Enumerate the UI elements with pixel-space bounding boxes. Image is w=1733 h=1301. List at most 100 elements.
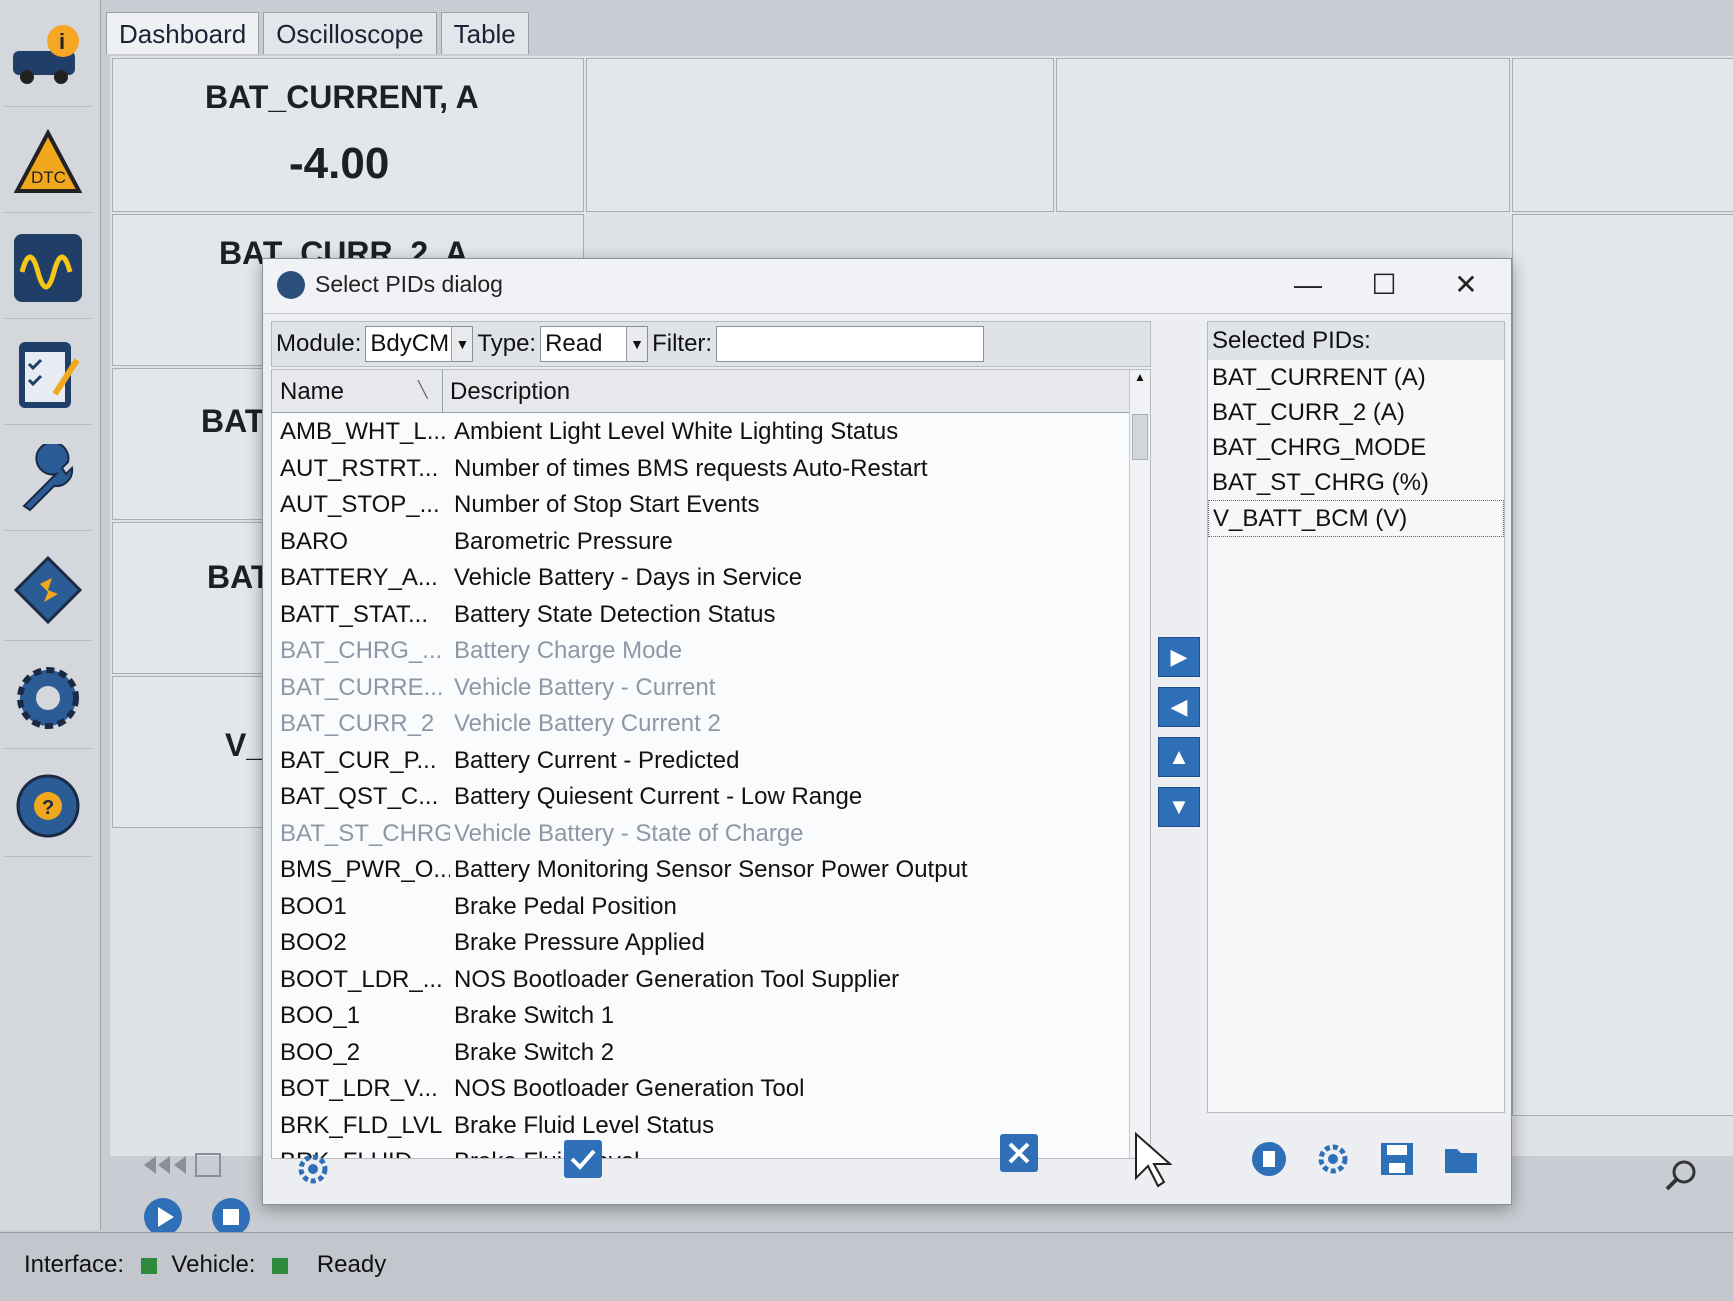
selected-pid-item[interactable]: V_BATT_BCM (V) <box>1208 500 1504 537</box>
pid-row[interactable]: BOO_1 Brake Switch 1 <box>272 998 1130 1035</box>
tab-oscilloscope[interactable]: Oscilloscope <box>263 12 437 54</box>
zoom-button[interactable] <box>1664 1158 1698 1197</box>
minimize-button[interactable]: — <box>1283 267 1333 303</box>
move-down-button[interactable]: ▼ <box>1158 787 1200 827</box>
pid-name: BOO1 <box>280 892 347 920</box>
settings-icon <box>17 667 79 729</box>
vertical-scrollbar[interactable]: ▲ <box>1129 370 1150 1158</box>
tools-button[interactable] <box>4 430 92 531</box>
pid-row[interactable]: BOO1 Brake Pedal Position <box>272 889 1130 926</box>
gauge-cell-empty[interactable] <box>1056 58 1510 212</box>
help-button[interactable]: ? <box>4 756 92 857</box>
selected-pid-item[interactable]: BAT_CHRG_MODE <box>1208 430 1504 465</box>
checklist-button[interactable] <box>4 324 92 425</box>
svg-text:i: i <box>59 29 65 54</box>
gauge-cell[interactable]: BAT_CURRENT, A -4.00 <box>112 58 584 212</box>
pid-row[interactable]: BATT_STAT... Battery State Detection Stat… <box>272 597 1130 634</box>
type-select[interactable]: Read ▼ <box>540 326 649 362</box>
rewind-icon[interactable] <box>140 1150 280 1180</box>
tab-dashboard[interactable]: Dashboard <box>106 12 260 54</box>
selected-pid-item[interactable]: BAT_CURRENT (A) <box>1208 360 1504 395</box>
oscilloscope-button[interactable] <box>4 218 92 319</box>
module-select[interactable]: BdyCM ▼ <box>365 326 474 362</box>
pid-description: Vehicle Battery Current 2 <box>454 710 721 738</box>
delete-list-button[interactable] <box>1249 1139 1289 1179</box>
pid-row[interactable]: BAT_ST_CHRG Vehicle Battery - State of Ch… <box>272 816 1130 853</box>
pid-row[interactable]: AUT_RSTRT... Number of times BMS requests… <box>272 451 1130 488</box>
gear-icon <box>298 1154 328 1184</box>
save-button[interactable] <box>1377 1139 1417 1179</box>
selected-pids-panel: Selected PIDs: BAT_CURRENT (A) BAT_CURR_… <box>1207 321 1505 1113</box>
pid-name: BATTERY_A... <box>280 564 438 592</box>
vehicle-info-button[interactable]: i <box>4 6 92 107</box>
chevron-down-icon: ▼ <box>451 327 473 361</box>
pid-rows: AMB_WHT_L... Ambient Light Level White Li… <box>272 414 1130 1158</box>
dtc-button[interactable]: DTC <box>4 112 92 213</box>
column-description-header[interactable]: Description <box>450 378 570 406</box>
pid-row[interactable]: BAT_QST_C... Battery Quiesent Current - L… <box>272 779 1130 816</box>
gauge-title: BAT_CURRENT, A <box>205 79 479 115</box>
settings-button[interactable] <box>4 648 92 749</box>
pid-settings-button[interactable] <box>293 1149 333 1189</box>
pid-row[interactable]: BOOT_LDR_... NOS Bootloader Generation To… <box>272 962 1130 999</box>
pid-description: Vehicle Battery - Current <box>454 673 716 701</box>
type-label: Type: <box>477 330 537 357</box>
pid-row[interactable]: BATTERY_A... Vehicle Battery - Days in Se… <box>272 560 1130 597</box>
pid-name: AUT_RSTRT... <box>280 454 439 482</box>
cursor-icon <box>1135 1131 1173 1188</box>
cancel-button[interactable] <box>999 1133 1039 1173</box>
pid-list: Name ╲ Description AMB_WHT_L... Ambient L… <box>271 369 1151 1159</box>
ok-button[interactable] <box>563 1139 603 1179</box>
pid-description: Number of Stop Start Events <box>454 491 760 519</box>
pid-name: BATT_STAT... <box>280 600 429 628</box>
arrow-left-icon: ◀ <box>1170 694 1188 719</box>
selected-pid-item[interactable]: BAT_CURR_2 (A) <box>1208 395 1504 430</box>
filter-input[interactable] <box>716 326 985 362</box>
pid-row[interactable]: BAT_CURR_2 Vehicle Battery Current 2 <box>272 706 1130 743</box>
pid-row[interactable]: BAT_CHRG_... Battery Charge Mode <box>272 633 1130 670</box>
pid-row[interactable]: BAT_CURRE... Vehicle Battery - Current <box>272 670 1130 707</box>
open-button[interactable] <box>1441 1139 1481 1179</box>
scroll-thumb[interactable] <box>1132 414 1148 460</box>
mouse-pointer <box>1132 1130 1176 1195</box>
pid-row[interactable]: BOO_2 Brake Switch 2 <box>272 1035 1130 1072</box>
pid-name: BAT_CUR_P... <box>280 746 437 774</box>
chevron-down-icon: ▼ <box>626 327 648 361</box>
gauge-value: -4.00 <box>289 139 390 188</box>
remove-pid-button[interactable]: ◀ <box>1158 687 1200 727</box>
pid-row[interactable]: BMS_PWR_O... Battery Monitoring Sensor Se… <box>272 852 1130 889</box>
pid-description: Number of times BMS requests Auto-Restar… <box>454 454 928 482</box>
module-programming-button[interactable] <box>4 540 92 641</box>
selected-pid-item[interactable]: BAT_ST_CHRG (%) <box>1208 465 1504 500</box>
move-up-button[interactable]: ▲ <box>1158 737 1200 777</box>
pid-row[interactable]: BOO2 Brake Pressure Applied <box>272 925 1130 962</box>
arrow-right-icon: ▶ <box>1170 644 1188 669</box>
maximize-button[interactable]: ☐ <box>1359 267 1409 303</box>
add-pid-button[interactable]: ▶ <box>1158 637 1200 677</box>
pid-description: Battery Charge Mode <box>454 637 683 665</box>
pid-row[interactable]: BAT_CUR_P... Battery Current - Predicted <box>272 743 1130 780</box>
pid-row[interactable]: AMB_WHT_L... Ambient Light Level White Li… <box>272 414 1130 451</box>
pid-description: Brake Fluid Level Status <box>454 1111 715 1139</box>
list-settings-button[interactable] <box>1313 1139 1353 1179</box>
pid-row[interactable]: BOT_LDR_V... NOS Bootloader Generation To… <box>272 1071 1130 1108</box>
pid-row[interactable]: BARO Barometric Pressure <box>272 524 1130 561</box>
pid-description: Brake Switch 1 <box>454 1002 615 1030</box>
pid-name: BOO2 <box>280 929 347 957</box>
pid-description: Vehicle Battery - State of Charge <box>454 819 804 847</box>
gauge-cell-empty[interactable] <box>1512 214 1733 1116</box>
column-name-header[interactable]: Name <box>280 378 344 406</box>
gauge-cell-empty[interactable] <box>586 58 1054 212</box>
pid-description: Battery Quiesent Current - Low Range <box>454 783 863 811</box>
gauge-cell-empty[interactable] <box>1512 58 1733 212</box>
pid-row[interactable]: AUT_STOP_... Number of Stop Start Events <box>272 487 1130 524</box>
select-pids-dialog: Select PIDs dialog — ☐ ✕ Module: BdyCM ▼… <box>262 258 1512 1205</box>
filter-label: Filter: <box>652 330 713 357</box>
dialog-titlebar[interactable]: Select PIDs dialog — ☐ ✕ <box>263 259 1511 314</box>
info-car-icon: i <box>13 25 79 84</box>
pid-description: Battery Monitoring Sensor Sensor Power O… <box>454 856 968 884</box>
scroll-up-icon[interactable]: ▲ <box>1130 370 1150 384</box>
status-text: Ready <box>316 1251 387 1278</box>
tab-table[interactable]: Table <box>440 12 529 54</box>
close-button[interactable]: ✕ <box>1441 267 1491 303</box>
